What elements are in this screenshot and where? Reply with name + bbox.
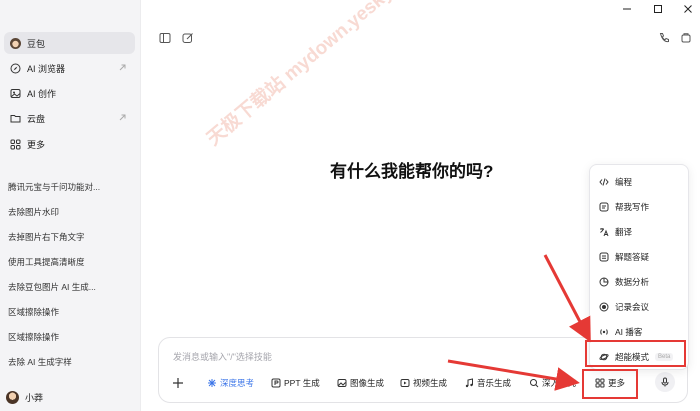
minimize-icon	[623, 8, 631, 10]
chip-music[interactable]: 音乐生成	[464, 376, 511, 390]
sidebar-item-more[interactable]: 更多	[4, 133, 135, 155]
write-icon	[599, 202, 609, 212]
message-input[interactable]: 发消息或输入"/"选择技能	[173, 350, 272, 363]
maximize-button[interactable]	[652, 3, 664, 15]
sidebar-item-cloud[interactable]: 云盘	[4, 107, 135, 129]
toggle-sidebar-icon[interactable]	[159, 32, 171, 44]
menu-item-label: 解题答疑	[615, 252, 650, 262]
close-button[interactable]	[682, 3, 694, 15]
chip-image-gen[interactable]: 图像生成	[337, 376, 384, 390]
chip-label: 音乐生成	[477, 378, 512, 388]
video-icon	[400, 379, 410, 387]
chip-label: 图像生成	[350, 378, 385, 388]
chip-research[interactable]: 深入研究	[529, 376, 579, 390]
ppt-icon	[271, 378, 281, 388]
phone-icon[interactable]	[658, 32, 670, 44]
menu-item-coding[interactable]: 编程	[596, 173, 686, 191]
deep-think-icon	[208, 379, 216, 387]
page-title: 有什么我能帮你的吗?	[330, 162, 494, 181]
highlight-more-chip	[582, 369, 638, 399]
translate-icon	[600, 228, 609, 237]
menu-item-label: 记录会议	[615, 302, 650, 312]
history-item[interactable]: 去掉图片右下角文字	[8, 231, 85, 243]
sidebar-item-ai-browser[interactable]: AI 浏览器	[4, 57, 135, 79]
compass-icon	[10, 63, 21, 74]
menu-item-label: 编程	[615, 177, 633, 187]
new-chat-icon[interactable]	[182, 32, 194, 44]
avatar	[6, 391, 19, 404]
menu-item-podcast[interactable]: AI 播客	[596, 323, 686, 341]
maximize-icon	[654, 5, 662, 13]
menu-item-label: 数据分析	[615, 277, 650, 287]
image-icon	[10, 88, 21, 99]
sidebar-item-label: AI 浏览器	[27, 63, 66, 74]
folder-icon	[10, 113, 21, 124]
sidebar-item-label: 更多	[27, 139, 46, 150]
chart-icon	[599, 277, 609, 287]
close-icon	[684, 5, 692, 13]
sidebar-item-label: AI 创作	[27, 88, 57, 99]
history-item[interactable]: 去除图片水印	[8, 206, 59, 218]
sidebar-item-ai-create[interactable]: AI 创作	[4, 82, 135, 104]
menu-item-solve[interactable]: 解题答疑	[596, 248, 686, 266]
chip-label: 深入研究	[542, 378, 577, 388]
record-icon	[599, 302, 609, 312]
history-item[interactable]: 去除 AI 生成字样	[8, 356, 72, 368]
external-link-icon	[119, 114, 126, 121]
podcast-icon	[600, 329, 608, 335]
menu-item-data-analysis[interactable]: 数据分析	[596, 273, 686, 291]
history-item[interactable]: 使用工具提高清晰度	[8, 256, 85, 268]
menu-item-writing[interactable]: 帮我写作	[596, 198, 686, 216]
voice-input-button[interactable]	[655, 372, 675, 392]
history-item[interactable]: 区域擦除操作	[8, 306, 59, 318]
grid-icon	[10, 139, 21, 150]
chip-label: 视频生成	[413, 378, 448, 388]
image-gen-icon	[337, 379, 347, 387]
history-item[interactable]: 区域擦除操作	[8, 331, 59, 343]
sidebar-item-doubao[interactable]: 豆包	[4, 32, 135, 54]
share-icon[interactable]	[680, 32, 692, 44]
minimize-button[interactable]	[621, 3, 633, 15]
external-link-icon	[119, 64, 126, 71]
user-profile[interactable]: 小莽	[6, 391, 43, 404]
menu-item-label: 帮我写作	[615, 202, 650, 212]
solve-icon	[599, 252, 609, 262]
music-icon	[465, 378, 473, 388]
sidebar: 豆包 AI 浏览器 AI 创作 云盘 更多 腾讯元宝与千问功能对... 去除图片…	[0, 0, 141, 411]
highlight-super-mode	[585, 340, 686, 367]
code-icon	[599, 178, 609, 186]
chip-ppt[interactable]: PPT 生成	[271, 376, 320, 390]
sidebar-item-label: 云盘	[27, 113, 46, 124]
history-item[interactable]: 腾讯元宝与千问功能对...	[8, 181, 100, 193]
menu-item-translate[interactable]: 翻译	[596, 223, 686, 241]
watermark: 天极下载站 mydown.yesky.com	[203, 0, 430, 150]
doubao-avatar-icon	[10, 37, 21, 49]
menu-item-record-meeting[interactable]: 记录会议	[596, 298, 686, 316]
chip-deep-think[interactable]: 深度思考	[207, 376, 254, 390]
research-icon	[530, 379, 539, 388]
user-name: 小莽	[25, 393, 44, 403]
chip-video[interactable]: 视频生成	[400, 376, 447, 390]
sidebar-item-label: 豆包	[27, 38, 46, 49]
chip-label: PPT 生成	[284, 378, 320, 388]
microphone-icon	[661, 377, 669, 387]
add-attachment-icon[interactable]	[171, 376, 185, 390]
menu-item-label: AI 播客	[615, 327, 643, 337]
arrow-to-super-mode	[543, 254, 591, 343]
history-item[interactable]: 去除豆包图片 AI 生成...	[8, 281, 96, 293]
chip-label: 深度思考	[220, 378, 255, 388]
menu-item-label: 翻译	[615, 227, 633, 237]
